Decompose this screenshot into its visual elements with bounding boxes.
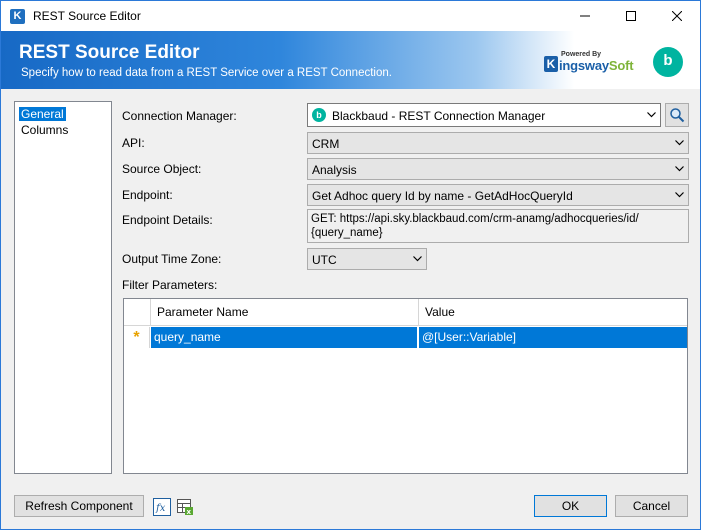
api-select[interactable]: CRM: [307, 132, 689, 154]
parameter-name-cell[interactable]: query_name: [151, 327, 418, 348]
chevron-down-icon: [675, 192, 684, 198]
blackbaud-logo-icon: b: [653, 47, 683, 77]
kingswaysoft-app-icon: K: [10, 9, 25, 24]
nav-item-columns[interactable]: Columns: [19, 123, 70, 137]
kingswaysoft-logo: Powered By K ingswaySoft: [544, 51, 634, 75]
rest-source-editor-window: K REST Source Editor REST Source Editor …: [0, 0, 701, 530]
api-label: API:: [122, 136, 145, 150]
ok-button[interactable]: OK: [534, 495, 607, 517]
endpoint-details-box[interactable]: GET: https://api.sky.blackbaud.com/crm-a…: [307, 209, 689, 243]
chevron-down-icon: [413, 256, 422, 262]
brand-k-icon: K: [544, 56, 558, 72]
refresh-component-button[interactable]: Refresh Component: [14, 495, 144, 517]
api-value: CRM: [312, 137, 340, 151]
page-navigation-list: General Columns: [14, 101, 112, 474]
output-time-zone-label: Output Time Zone:: [122, 252, 222, 266]
source-object-label: Source Object:: [122, 162, 202, 176]
chevron-down-icon: [647, 112, 656, 118]
chevron-down-icon: [675, 166, 684, 172]
blackbaud-connection-icon: b: [312, 108, 326, 122]
close-button[interactable]: [654, 1, 700, 31]
minimize-button[interactable]: [562, 1, 608, 31]
brand-name-part-b: Soft: [608, 58, 634, 73]
maximize-button[interactable]: [608, 1, 654, 31]
grid-header: Parameter Name Value: [124, 299, 687, 326]
filter-parameters-grid[interactable]: Parameter Name Value * query_name @[User…: [123, 298, 688, 474]
function-fx-icon: fx: [153, 498, 171, 516]
brand-name-part-a: ingsway: [559, 58, 609, 73]
column-header-value[interactable]: Value: [419, 299, 687, 326]
output-time-zone-select[interactable]: UTC: [307, 248, 427, 270]
output-time-zone-value: UTC: [312, 253, 337, 267]
minimize-icon: [580, 15, 590, 17]
banner-subtitle: Specify how to read data from a REST Ser…: [21, 67, 392, 79]
chevron-down-icon: [675, 140, 684, 146]
table-variable-icon: x: [177, 499, 193, 516]
maximize-icon: [626, 11, 636, 21]
svg-text:fx: fx: [155, 503, 166, 514]
window-title: REST Source Editor: [33, 9, 141, 23]
column-header-parameter-name[interactable]: Parameter Name: [151, 299, 419, 326]
header-banner: REST Source Editor Specify how to read d…: [1, 31, 700, 89]
powered-by-text: Powered By: [561, 51, 602, 58]
title-bar: K REST Source Editor: [1, 1, 700, 31]
parameter-value-cell[interactable]: @[User::Variable]: [419, 327, 687, 348]
connection-manager-value: Blackbaud - REST Connection Manager: [332, 109, 546, 123]
connection-manager-select[interactable]: b Blackbaud - REST Connection Manager: [307, 103, 661, 127]
nav-item-general[interactable]: General: [19, 107, 66, 121]
endpoint-details-line-1: GET: https://api.sky.blackbaud.com/crm-a…: [311, 213, 639, 225]
endpoint-value: Get Adhoc query Id by name - GetAdHocQue…: [312, 189, 573, 203]
filter-parameters-label: Filter Parameters:: [122, 278, 218, 292]
banner-title: REST Source Editor: [19, 42, 200, 63]
variables-button[interactable]: x: [176, 498, 194, 516]
browse-connection-button[interactable]: [665, 103, 689, 127]
endpoint-details-line-2: {query_name}: [311, 227, 383, 239]
cancel-button[interactable]: Cancel: [615, 495, 688, 517]
connection-manager-label: Connection Manager:: [122, 109, 237, 123]
search-icon: [670, 108, 685, 123]
source-object-select[interactable]: Analysis: [307, 158, 689, 180]
new-row-indicator: *: [124, 327, 150, 348]
brand-name: ingswaySoft: [559, 58, 634, 73]
table-row[interactable]: * query_name @[User::Variable]: [124, 327, 687, 348]
endpoint-details-label: Endpoint Details:: [122, 213, 213, 227]
endpoint-select[interactable]: Get Adhoc query Id by name - GetAdHocQue…: [307, 184, 689, 206]
close-icon: [672, 11, 682, 21]
source-object-value: Analysis: [312, 163, 357, 177]
endpoint-label: Endpoint:: [122, 188, 173, 202]
expression-button[interactable]: fx: [153, 498, 171, 516]
svg-text:x: x: [187, 508, 192, 516]
grid-header-indicator: [124, 299, 151, 326]
